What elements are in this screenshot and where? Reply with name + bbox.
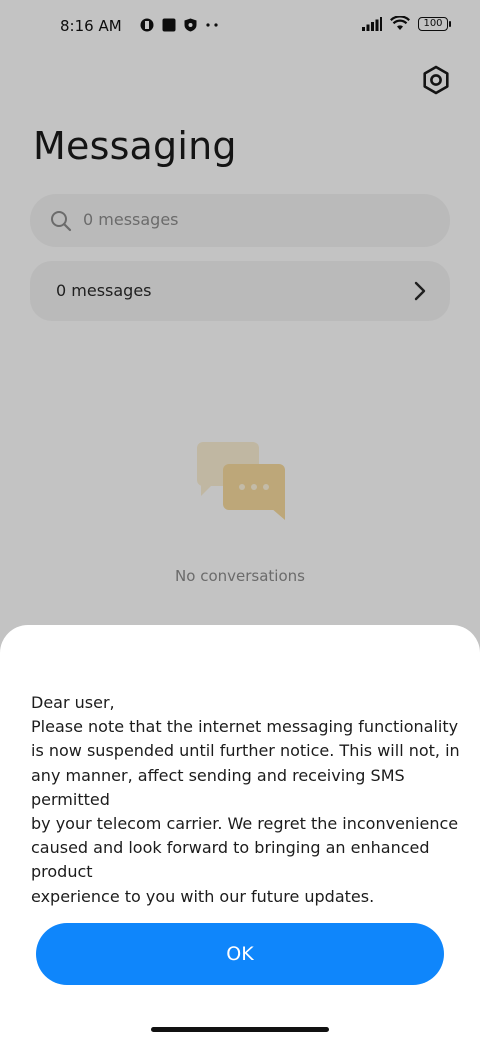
dialog-message: Dear user, Please note that the internet… bbox=[31, 693, 460, 906]
home-indicator[interactable] bbox=[151, 1027, 329, 1032]
ok-button[interactable]: OK bbox=[36, 923, 444, 985]
notice-dialog: Dear user, Please note that the internet… bbox=[0, 625, 480, 1040]
